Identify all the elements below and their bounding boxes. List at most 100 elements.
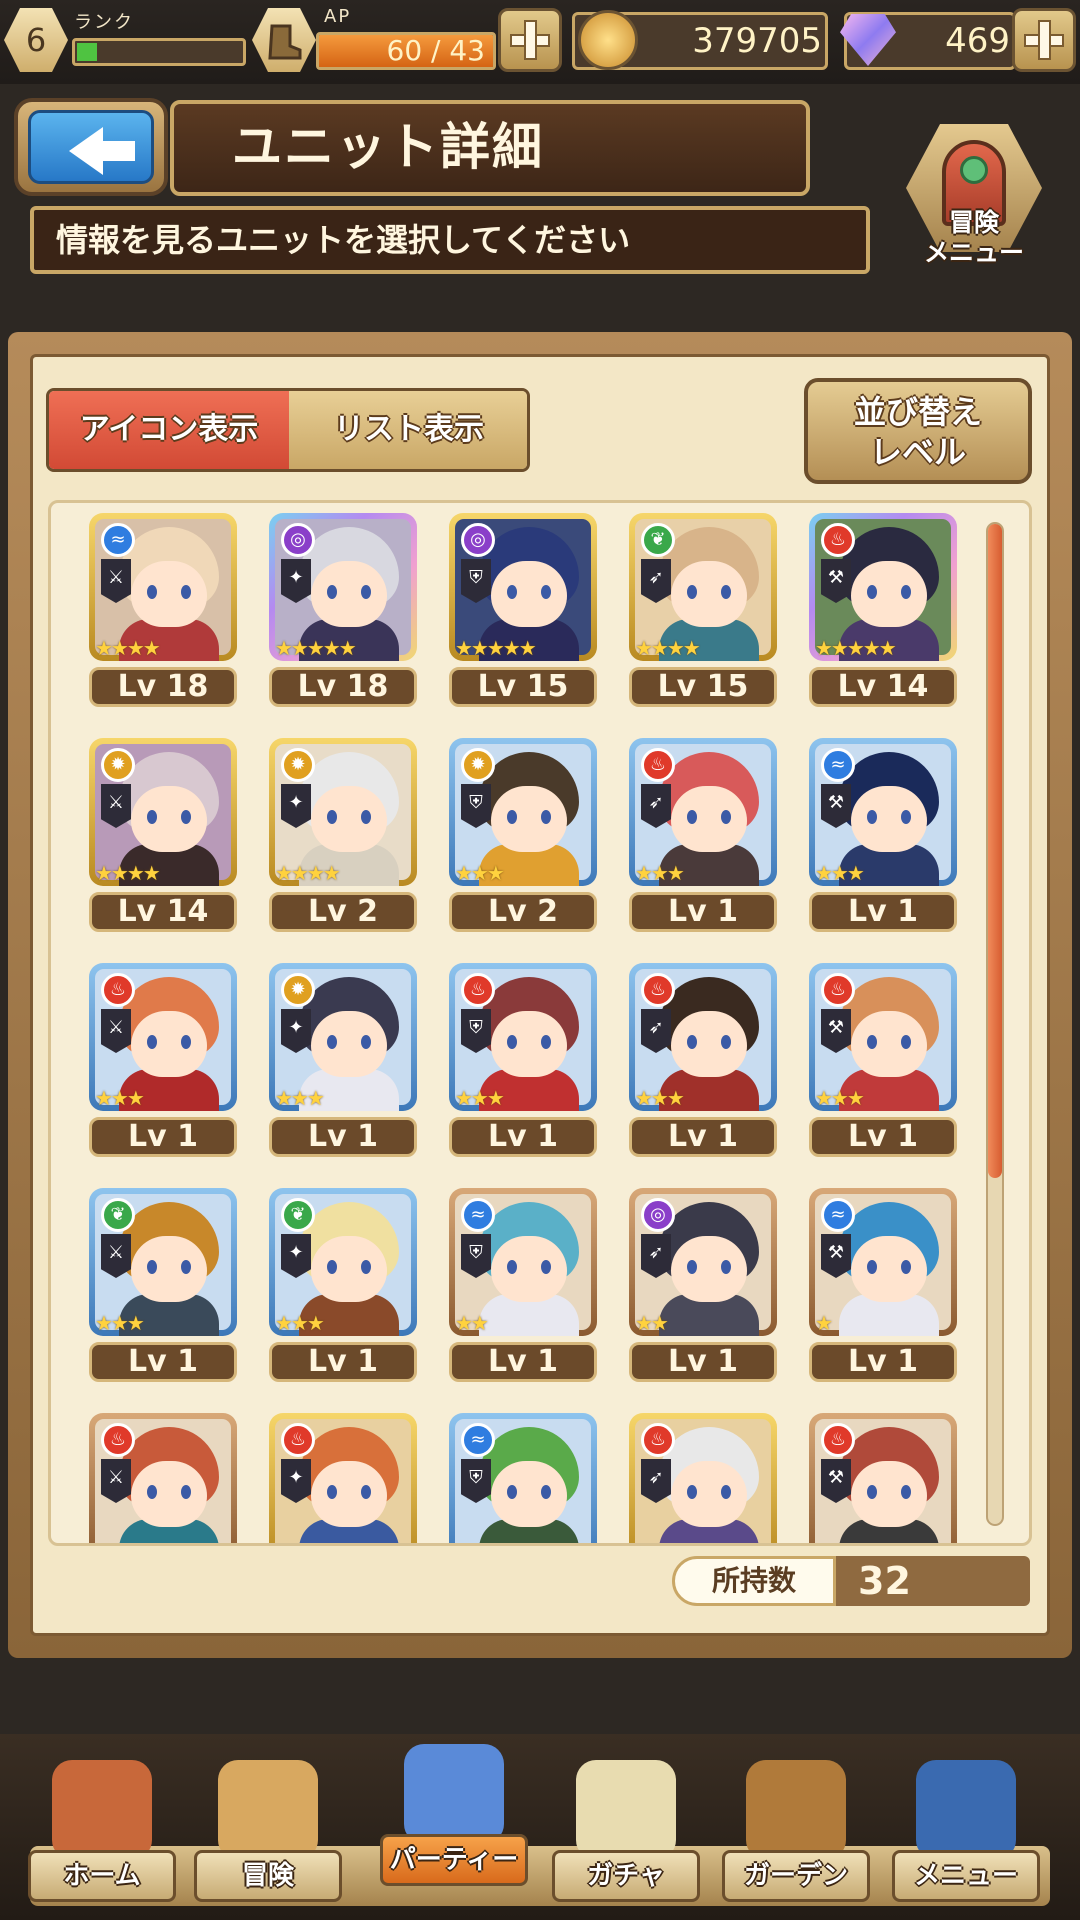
unit-face [671, 1236, 747, 1302]
back-button[interactable] [14, 98, 168, 196]
unit-card[interactable]: ♨ ➶ ★★★ Lv 1 [629, 738, 777, 944]
unit-card[interactable]: ✹ ⚔ ★★★★ Lv 14 [89, 738, 237, 944]
weapon-type-icon: ⚔ [101, 1009, 131, 1053]
sort-value: レベル [869, 433, 966, 471]
weapon-type-icon: ⛨ [461, 1009, 491, 1053]
unit-eye [147, 1035, 157, 1049]
light-element-icon: ✹ [101, 748, 135, 782]
unit-level: Lv 1 [809, 1342, 957, 1382]
rarity-stars: ★★ [635, 1311, 669, 1335]
unit-card[interactable]: ≈ ⛨ [449, 1413, 597, 1543]
nav-item-1[interactable]: 冒険 [190, 1740, 346, 1916]
unit-card[interactable]: ♨ ➶ ★★★ Lv 1 [629, 963, 777, 1169]
unit-eye [901, 810, 911, 824]
rarity-stars: ★★★★★ [455, 636, 537, 660]
unit-card[interactable]: ❦ ✦ ★★★ Lv 1 [269, 1188, 417, 1394]
unit-card[interactable]: ≈ ⚒ ★ Lv 1 [809, 1188, 957, 1394]
unit-card[interactable]: ✹ ✦ ★★★ Lv 1 [269, 963, 417, 1169]
unit-level: Lv 2 [449, 892, 597, 932]
nav-item-3[interactable]: ガチャ [548, 1740, 704, 1916]
tab-icon-view[interactable]: アイコン表示 [49, 391, 289, 469]
unit-eye [147, 585, 157, 599]
unit-card[interactable]: ♨ ➶ [629, 1413, 777, 1543]
unit-portrait: ♨ ⚒ ★★★★★ [809, 513, 957, 661]
gem-value: 469 [945, 21, 1010, 61]
adventure-menu-button[interactable]: 冒険 メニュー [900, 124, 1048, 274]
unit-face [131, 786, 207, 852]
weapon-type-icon: ⚔ [101, 1459, 131, 1503]
unit-eye [687, 1035, 697, 1049]
adventure-menu-label-line2: メニュー [923, 238, 1024, 267]
unit-level: Lv 1 [809, 1117, 957, 1157]
unit-portrait: ≈ ⚒ ★ [809, 1188, 957, 1336]
unit-card[interactable]: ◎ ⛨ ★★★★★ Lv 15 [449, 513, 597, 719]
unit-card[interactable]: ♨ ✦ [269, 1413, 417, 1543]
unit-portrait: ♨ ⚒ [809, 1413, 957, 1543]
unit-card[interactable]: ✹ ✦ ★★★★ Lv 2 [269, 738, 417, 944]
unit-portrait: ◎ ⛨ ★★★★★ [449, 513, 597, 661]
unit-card[interactable]: ♨ ⛨ ★★★ Lv 1 [449, 963, 597, 1169]
unit-card[interactable]: ♨ ⚒ ★★★★★ Lv 14 [809, 513, 957, 719]
unit-card[interactable]: ≈ ⚒ ★★★ Lv 1 [809, 738, 957, 944]
unit-card[interactable]: ♨ ⚔ [89, 1413, 237, 1543]
unit-card[interactable]: ♨ ⚔ ★★★ Lv 1 [89, 963, 237, 1169]
tab-list-view[interactable]: リスト表示 [289, 391, 527, 469]
weapon-type-icon: ⚒ [821, 1459, 851, 1503]
unit-face [671, 1011, 747, 1077]
sort-label: 並び替え [853, 393, 982, 431]
unit-card[interactable]: ♨ ⚒ [809, 1413, 957, 1543]
unit-card[interactable]: ≈ ⛨ ★★ Lv 1 [449, 1188, 597, 1394]
unit-eye [181, 585, 191, 599]
door-window [960, 156, 988, 184]
nav-item-0[interactable]: ホーム [24, 1740, 180, 1916]
unit-level: Lv 1 [89, 1342, 237, 1382]
nav-item-4[interactable]: ガーデン [718, 1740, 874, 1916]
unit-eye [901, 1260, 911, 1274]
unit-card[interactable]: ❦ ➶ ★★★★ Lv 15 [629, 513, 777, 719]
unit-eye [327, 1485, 337, 1499]
unit-eye [361, 810, 371, 824]
weapon-type-icon: ⚒ [821, 559, 851, 603]
rank-label: ランク [74, 12, 134, 33]
unit-eye [507, 1035, 517, 1049]
weapon-type-icon: ✦ [281, 1234, 311, 1278]
chess-icon [404, 1744, 504, 1844]
nav-item-2[interactable]: パーティー [376, 1724, 532, 1900]
unit-face [131, 1011, 207, 1077]
page-title: ユニット詳細 [232, 118, 544, 176]
unit-eye [147, 810, 157, 824]
rarity-stars: ★★★ [95, 1086, 145, 1110]
weapon-type-icon: ✦ [281, 1009, 311, 1053]
nav-item-5[interactable]: メニュー [888, 1740, 1044, 1916]
ap-plus-button[interactable] [498, 8, 562, 72]
gem-plus-button[interactable] [1012, 8, 1076, 72]
unit-card[interactable]: ✹ ⛨ ★★★ Lv 2 [449, 738, 597, 944]
unit-eye [867, 1035, 877, 1049]
sort-button[interactable]: 並び替え レベル [804, 378, 1032, 484]
weapon-type-icon: ⛨ [461, 559, 491, 603]
unit-portrait: ♨ ⚒ ★★★ [809, 963, 957, 1111]
unit-level: Lv 15 [629, 667, 777, 707]
unit-portrait: ≈ ⚒ ★★★ [809, 738, 957, 886]
weapon-type-icon: ➶ [641, 1234, 671, 1278]
unit-card[interactable]: ◎ ✦ ★★★★★ Lv 18 [269, 513, 417, 719]
unit-face [311, 1461, 387, 1527]
unit-portrait: ♨ ➶ [629, 1413, 777, 1543]
rarity-stars: ★★★ [635, 861, 685, 885]
unit-level: Lv 1 [449, 1342, 597, 1382]
fire-element-icon: ♨ [821, 523, 855, 557]
unit-card[interactable]: ≈ ⚔ ★★★★ Lv 18 [89, 513, 237, 719]
rarity-stars: ★★ [455, 1311, 489, 1335]
coin-value: 379705 [692, 21, 822, 61]
unit-card[interactable]: ❦ ⚔ ★★★ Lv 1 [89, 1188, 237, 1394]
rarity-stars: ★★★★ [95, 861, 161, 885]
view-toggle: アイコン表示 リスト表示 [46, 388, 530, 472]
nav-label: ガーデン [722, 1850, 870, 1902]
rarity-stars: ★★★ [455, 861, 505, 885]
adventure-menu-label: 冒険 メニュー [900, 208, 1048, 268]
unit-card[interactable]: ◎ ➶ ★★ Lv 1 [629, 1188, 777, 1394]
unit-eye [507, 1260, 517, 1274]
scrollbar-thumb[interactable] [988, 524, 1002, 1178]
unit-eye [327, 810, 337, 824]
unit-card[interactable]: ♨ ⚒ ★★★ Lv 1 [809, 963, 957, 1169]
